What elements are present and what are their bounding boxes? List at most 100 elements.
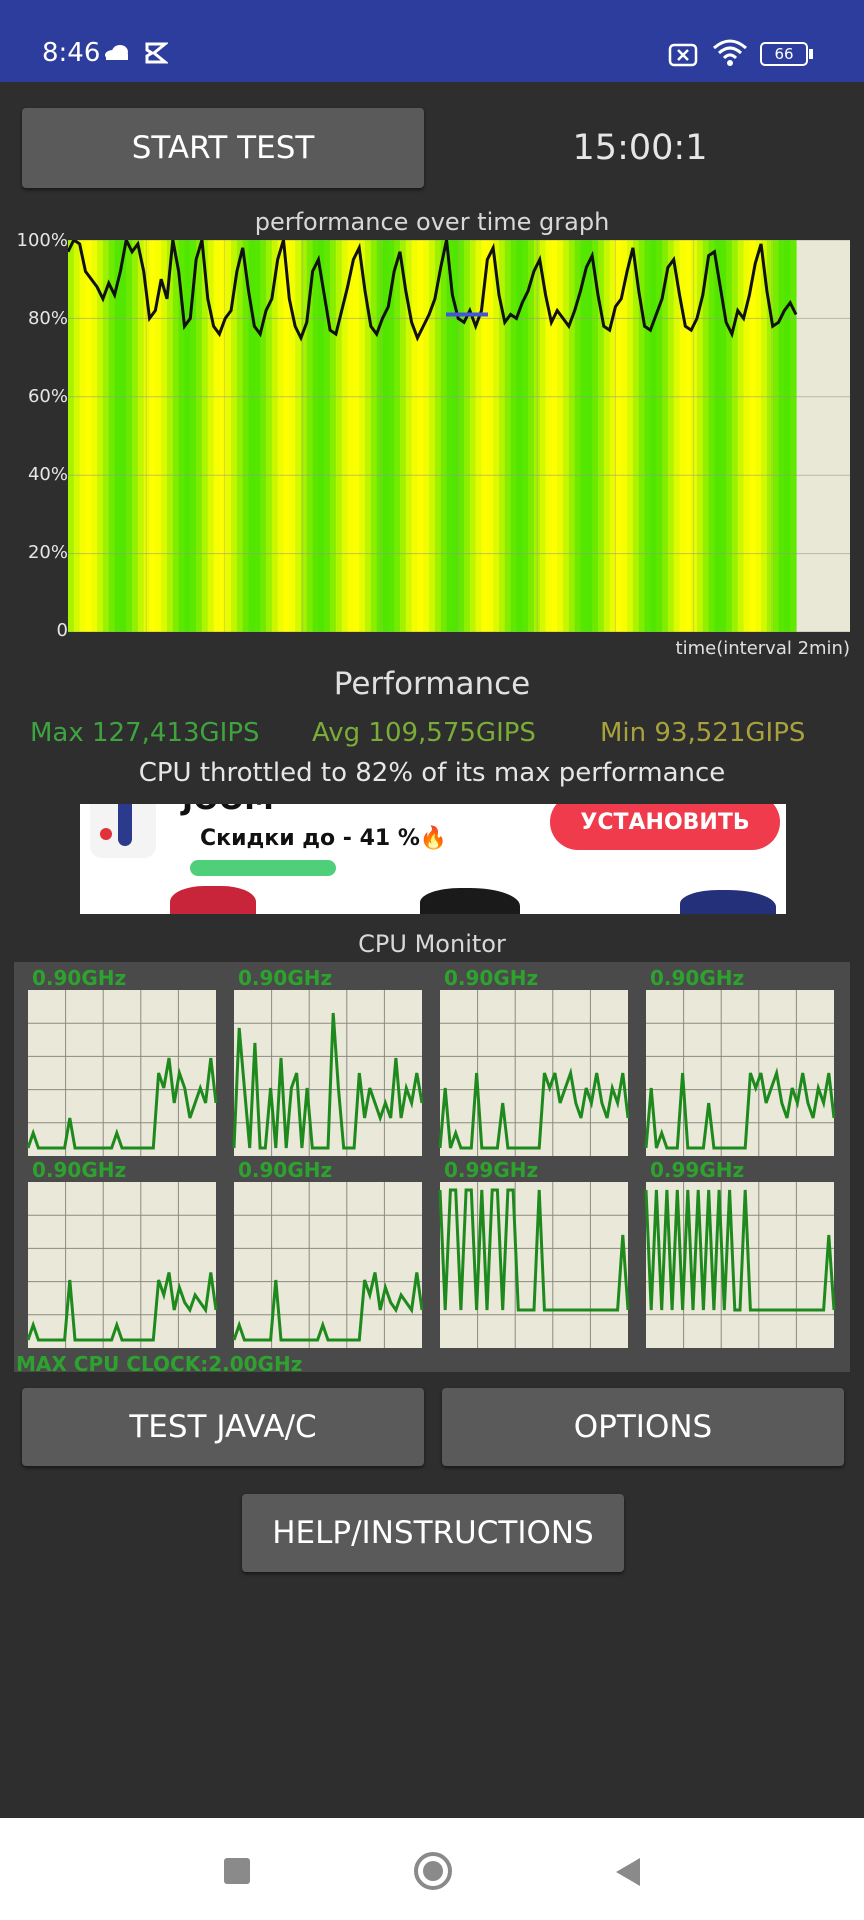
ad-shoe-image (680, 890, 776, 914)
perf-stripe (469, 240, 477, 632)
home-icon[interactable] (414, 1852, 452, 1890)
perf-stripe (312, 240, 320, 632)
avg-performance: Avg 109,575GIPS (312, 718, 536, 748)
perf-stripe (236, 240, 244, 632)
status-time: 8:46 (42, 38, 101, 68)
perf-stripe (632, 240, 640, 632)
perf-stripe (784, 240, 791, 632)
options-button[interactable]: OPTIONS (442, 1388, 844, 1466)
perf-stripe (557, 240, 564, 632)
perf-stripe (382, 240, 389, 632)
perf-stripe (440, 240, 448, 632)
core-graph-background (234, 1182, 422, 1348)
perf-stripe (731, 240, 739, 632)
max-cpu-clock: MAX CPU CLOCK:2.00GHz (16, 1352, 303, 1376)
ad-progress (190, 860, 336, 876)
perf-stripe (225, 240, 232, 632)
perf-stripe (114, 240, 122, 632)
perf-stripe (172, 240, 180, 632)
performance-graph (68, 240, 850, 632)
test-timer: 15:00:1 (572, 128, 708, 168)
perf-stripe (504, 240, 512, 632)
ad-logo-bar (118, 804, 132, 846)
perf-stripe (137, 240, 145, 632)
ad-text: Скидки до - 41 %🔥 (200, 826, 448, 851)
perf-stripe (79, 240, 87, 632)
perf-stripe (580, 240, 587, 632)
perf-stripe (667, 240, 675, 632)
recents-icon[interactable] (224, 1858, 250, 1884)
perf-stripe (708, 240, 716, 632)
perf-stripe (376, 240, 384, 632)
y-tick-label: 0 (56, 620, 68, 641)
perf-stripe (120, 240, 127, 632)
battery-tip (809, 49, 813, 59)
core-graph-background (646, 990, 834, 1156)
perf-stripe (73, 240, 81, 632)
perf-stripe (778, 240, 785, 632)
ad-banner[interactable]: JOOM Скидки до - 41 %🔥 УСТАНОВИТЬ (80, 804, 786, 914)
test-java-button[interactable]: TEST JAVA/C (22, 1388, 424, 1466)
perf-stripe (510, 240, 518, 632)
perf-stripe (353, 240, 360, 632)
perf-stripe (213, 240, 221, 632)
perf-stripe (277, 240, 285, 632)
perf-stripe (184, 240, 191, 632)
core-graph-background (28, 1182, 216, 1348)
k-app-icon (145, 42, 168, 64)
y-tick-label: 100% (16, 230, 68, 251)
perf-stripe (685, 240, 692, 632)
cpu-monitor-title: CPU Monitor (358, 930, 506, 958)
perf-stripe (242, 240, 250, 632)
perf-stripe (394, 240, 401, 632)
y-tick-label: 20% (27, 542, 68, 563)
ad-app-logo (90, 804, 156, 858)
perf-stripe (644, 240, 651, 632)
perf-stripe (568, 240, 576, 632)
home-icon-dot (423, 1861, 443, 1881)
perf-stripe (702, 240, 710, 632)
core-graph-background (28, 990, 216, 1156)
perf-stripe (475, 240, 483, 632)
perf-stripe (650, 240, 657, 632)
ad-brand: JOOM (182, 804, 274, 817)
ad-shoe-image (170, 886, 256, 914)
perf-stripe (464, 240, 471, 632)
y-tick-label: 40% (27, 464, 68, 485)
start-test-button[interactable]: START TEST (22, 108, 424, 188)
battery-level: 66 (774, 45, 794, 63)
perf-stripe (149, 240, 156, 632)
core-graph-background (440, 1182, 628, 1348)
perf-stripe (627, 240, 634, 632)
perf-stripe (749, 240, 756, 632)
help-instructions-button[interactable]: HELP/INSTRUCTIONS (242, 1494, 624, 1572)
perf-stripe (359, 240, 366, 632)
perf-stripe (335, 240, 343, 632)
max-performance: Max 127,413GIPS (30, 718, 260, 748)
perf-stripe (761, 240, 768, 632)
perf-stripe (411, 240, 419, 632)
perf-stripe (755, 240, 762, 632)
perf-stripe (726, 240, 733, 632)
sim-off-icon (668, 43, 698, 67)
performance-title: Performance (333, 666, 531, 702)
perf-stripe (551, 240, 558, 632)
navigation-bar (0, 1818, 864, 1920)
perf-stripe (108, 240, 116, 632)
perf-stripe (196, 240, 203, 632)
perf-stripe (586, 240, 593, 632)
perf-stripe (85, 240, 92, 632)
perf-stripe (417, 240, 424, 632)
wifi-icon (713, 39, 747, 66)
perf-stripe (370, 240, 378, 632)
perf-stripe (516, 240, 523, 632)
throttle-message: CPU throttled to 82% of its max performa… (138, 758, 726, 788)
back-icon[interactable] (612, 1856, 642, 1888)
perf-stripe (254, 240, 261, 632)
core-graph-background (440, 990, 628, 1156)
ad-install-button[interactable]: УСТАНОВИТЬ (550, 804, 780, 850)
ad-shoe-image (420, 888, 520, 914)
perf-stripe (737, 240, 745, 632)
perf-stripe (691, 240, 698, 632)
perf-stripe (790, 240, 797, 632)
